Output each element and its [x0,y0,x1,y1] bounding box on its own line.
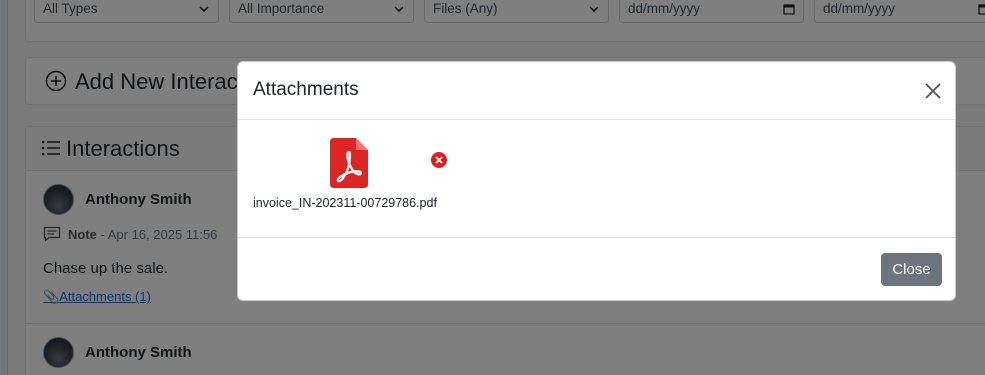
attachments-modal: Attachments invoice_IN-202311-00729786.p… [237,61,956,301]
modal-footer: Close [238,237,955,300]
close-icon[interactable] [922,80,944,102]
attachment-item[interactable]: invoice_IN-202311-00729786.pdf [253,138,453,216]
close-button[interactable]: Close [881,253,942,286]
attachment-filename[interactable]: invoice_IN-202311-00729786.pdf [253,196,437,210]
remove-attachment-icon[interactable] [429,150,449,170]
modal-header: Attachments [238,62,955,120]
modal-body: invoice_IN-202311-00729786.pdf [238,120,955,237]
modal-title: Attachments [253,79,359,100]
pdf-file-icon[interactable] [330,138,368,188]
